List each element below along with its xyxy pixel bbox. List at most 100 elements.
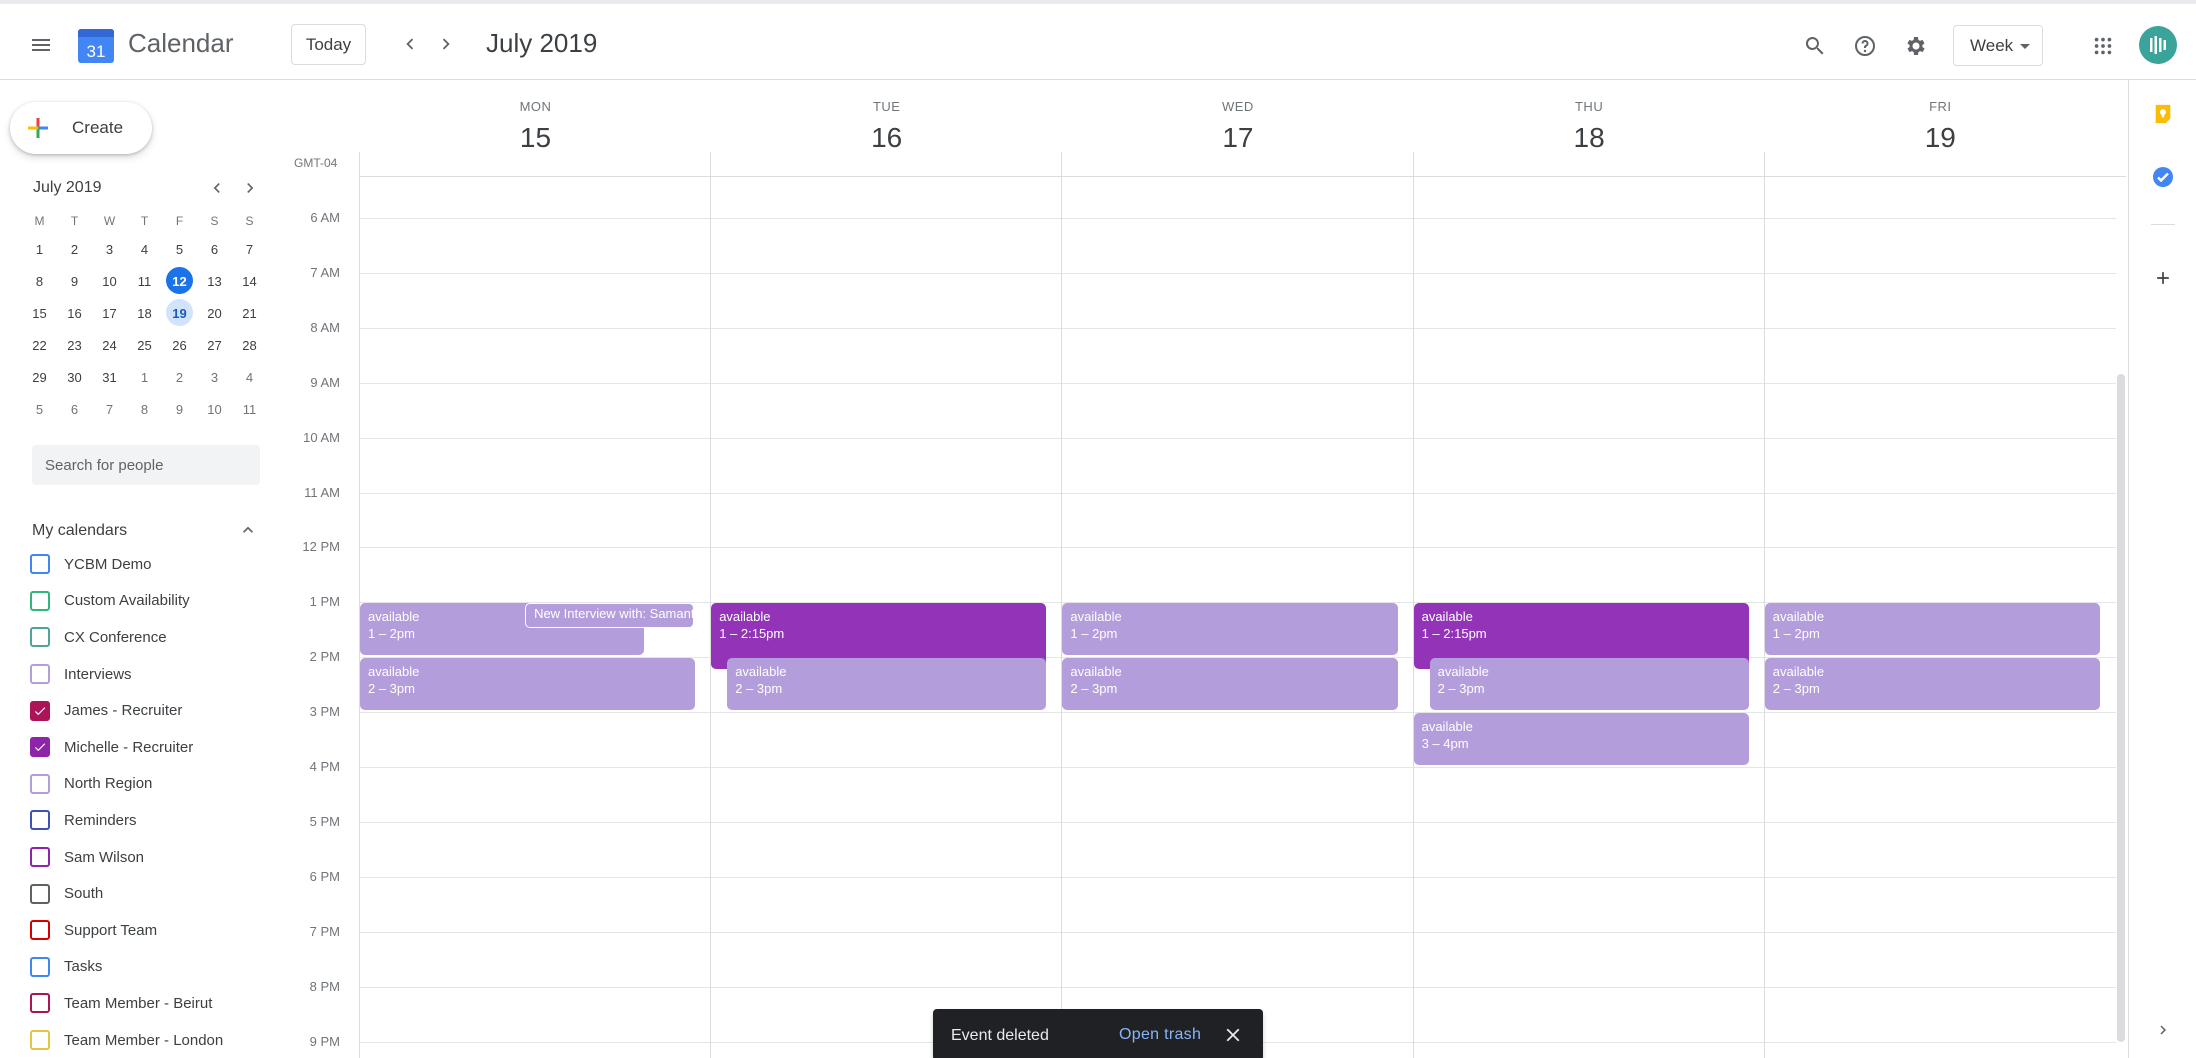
mini-calendar-day[interactable]: 6 (57, 393, 92, 425)
next-week-button[interactable] (428, 26, 464, 62)
calendar-event[interactable]: available 2 – 3pm (1062, 658, 1398, 711)
day-header-date[interactable]: 15 (360, 122, 711, 154)
day-header-date[interactable]: 17 (1062, 122, 1413, 154)
mini-calendar-day[interactable]: 2 (57, 233, 92, 265)
mini-calendar-day[interactable]: 18 (127, 297, 162, 329)
mini-calendar-day[interactable]: 1 (22, 233, 57, 265)
calendar-item[interactable]: Michelle - Recruiter (30, 729, 270, 766)
calendar-item[interactable]: Sam Wilson (30, 839, 270, 876)
mini-calendar-day[interactable]: 23 (57, 329, 92, 361)
mini-calendar-day[interactable]: 14 (232, 265, 267, 297)
mini-calendar-day[interactable]: 12 (162, 265, 197, 297)
mini-calendar-day[interactable]: 22 (22, 329, 57, 361)
mini-calendar-day[interactable]: 11 (127, 265, 162, 297)
mini-calendar-day[interactable]: 21 (232, 297, 267, 329)
calendar-event[interactable]: available 2 – 3pm (1429, 658, 1749, 711)
mini-calendar-day[interactable]: 10 (197, 393, 232, 425)
mini-calendar-day[interactable]: 19 (162, 297, 197, 329)
mini-calendar-day[interactable]: 16 (57, 297, 92, 329)
view-selector[interactable]: Week (1953, 25, 2043, 66)
collapse-my-calendars-button[interactable] (234, 516, 262, 544)
dismiss-snackbar-button[interactable] (1221, 1023, 1245, 1047)
account-avatar[interactable] (2139, 26, 2177, 64)
mini-calendar-day[interactable]: 8 (127, 393, 162, 425)
calendar-item[interactable]: North Region (30, 766, 270, 803)
calendar-checkbox[interactable] (30, 664, 50, 685)
calendar-event[interactable]: New Interview with: Samantha (525, 603, 694, 628)
mini-calendar-day[interactable]: 3 (197, 361, 232, 393)
mini-calendar-day[interactable]: 31 (92, 361, 127, 393)
mini-calendar-day[interactable]: 7 (92, 393, 127, 425)
mini-calendar-day[interactable]: 6 (197, 233, 232, 265)
calendar-item[interactable]: Team Member - Beirut (30, 985, 270, 1022)
mini-calendar-day[interactable]: 4 (232, 361, 267, 393)
day-header-date[interactable]: 19 (1765, 122, 2116, 154)
calendar-event[interactable]: available 2 – 3pm (1764, 658, 2100, 711)
calendar-checkbox[interactable] (30, 847, 50, 868)
get-add-ons-button[interactable] (2147, 262, 2179, 294)
mini-calendar-day[interactable]: 13 (197, 265, 232, 297)
mini-calendar-next-button[interactable] (236, 174, 264, 202)
calendar-checkbox[interactable] (30, 920, 50, 941)
calendar-checkbox[interactable] (30, 993, 50, 1014)
day-header[interactable]: MON 15 (360, 80, 711, 170)
calendar-checkbox[interactable] (30, 554, 50, 575)
mini-calendar-day[interactable]: 20 (197, 297, 232, 329)
calendar-item[interactable]: South (30, 875, 270, 912)
mini-calendar-day[interactable]: 29 (22, 361, 57, 393)
day-header-date[interactable]: 16 (711, 122, 1062, 154)
open-trash-button[interactable]: Open trash (1119, 1026, 1201, 1044)
calendar-checkbox[interactable] (30, 627, 50, 648)
mini-calendar-day[interactable]: 7 (232, 233, 267, 265)
day-header[interactable]: THU 18 (1414, 80, 1765, 170)
mini-calendar-day[interactable]: 10 (92, 265, 127, 297)
mini-calendar-day[interactable]: 24 (92, 329, 127, 361)
calendar-checkbox[interactable] (30, 590, 50, 611)
tasks-button[interactable] (2147, 161, 2179, 193)
calendar-item[interactable]: Team Member - London (30, 1022, 270, 1058)
calendar-item[interactable]: Support Team (30, 912, 270, 949)
calendar-event[interactable]: available 2 – 3pm (360, 658, 696, 711)
grid-scrollbar[interactable] (2117, 374, 2125, 1042)
mini-calendar-day[interactable]: 5 (22, 393, 57, 425)
day-header[interactable]: FRI 19 (1765, 80, 2116, 170)
mini-calendar-previous-button[interactable] (203, 174, 231, 202)
calendar-item[interactable]: YCBM Demo (30, 546, 270, 583)
calendar-event[interactable]: available 3 – 4pm (1413, 713, 1749, 765)
previous-week-button[interactable] (392, 26, 428, 62)
day-header-date[interactable]: 18 (1414, 122, 1765, 154)
google-apps-button[interactable] (2083, 26, 2123, 66)
calendar-checkbox[interactable] (30, 883, 50, 904)
mini-calendar-day[interactable]: 9 (57, 265, 92, 297)
calendar-checkbox[interactable] (30, 773, 50, 794)
mini-calendar-day[interactable]: 4 (127, 233, 162, 265)
main-menu-button[interactable] (20, 24, 62, 66)
mini-calendar-day[interactable]: 27 (197, 329, 232, 361)
day-header[interactable]: TUE 16 (711, 80, 1062, 170)
day-header[interactable]: WED 17 (1062, 80, 1413, 170)
mini-calendar-day[interactable]: 28 (232, 329, 267, 361)
calendar-checkbox[interactable] (30, 700, 50, 721)
mini-calendar-day[interactable]: 25 (127, 329, 162, 361)
mini-calendar-day[interactable]: 11 (232, 393, 267, 425)
calendar-checkbox[interactable] (30, 810, 50, 831)
calendar-event[interactable]: available 1 – 2pm (1062, 603, 1398, 656)
expand-side-panel-button[interactable] (2147, 1014, 2179, 1046)
mini-calendar-day[interactable]: 1 (127, 361, 162, 393)
calendar-item[interactable]: Custom Availability (30, 583, 270, 620)
keep-button[interactable] (2147, 98, 2179, 130)
mini-calendar-day[interactable]: 5 (162, 233, 197, 265)
mini-calendar-day[interactable]: 15 (22, 297, 57, 329)
settings-button[interactable] (1895, 26, 1935, 66)
calendar-event[interactable]: available 2 – 3pm (727, 658, 1047, 711)
calendar-item[interactable]: Interviews (30, 656, 270, 693)
create-event-button[interactable]: Create (10, 102, 152, 154)
calendar-checkbox[interactable] (30, 956, 50, 977)
calendar-item[interactable]: CX Conference (30, 619, 270, 656)
mini-calendar-day[interactable]: 30 (57, 361, 92, 393)
search-button[interactable] (1795, 26, 1835, 66)
today-button[interactable]: Today (291, 24, 366, 65)
search-people-input[interactable] (32, 445, 260, 485)
help-button[interactable] (1845, 26, 1885, 66)
my-calendars-header[interactable]: My calendars (32, 522, 127, 540)
